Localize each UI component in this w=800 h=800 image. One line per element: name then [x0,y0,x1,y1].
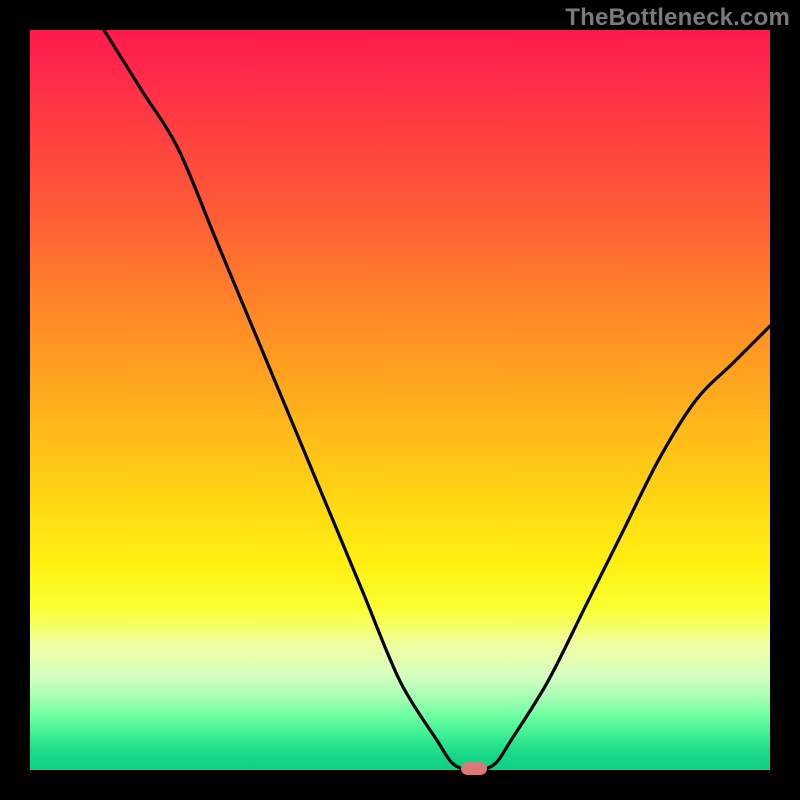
chart-frame: TheBottleneck.com [0,0,800,800]
optimal-point-marker [461,762,487,775]
watermark-text: TheBottleneck.com [565,4,790,32]
bottleneck-curve [30,30,770,770]
